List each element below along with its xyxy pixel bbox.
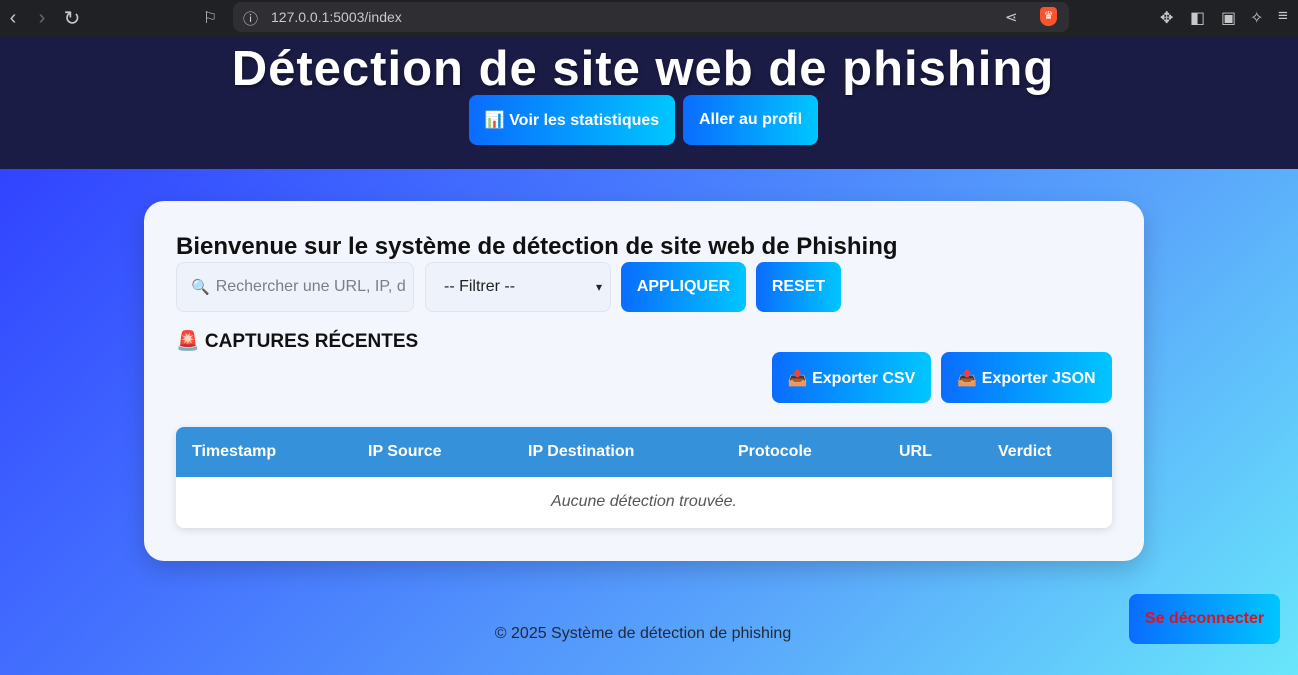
back-icon[interactable]: ‹ [0,5,26,31]
bookmark-icon[interactable]: ⚐ [197,5,223,31]
logout-button[interactable]: Se déconnecter [1129,594,1280,644]
column-header-ip-destination: IP Destination [528,443,635,460]
forward-icon[interactable]: › [29,5,55,31]
extensions-icon[interactable]: ✥ [1160,8,1173,28]
filter-select[interactable]: -- Filtrer -- ▾ [425,262,611,312]
filter-value: -- Filtrer -- [444,278,516,295]
export-json-button[interactable]: 📤 Exporter JSON [941,352,1112,403]
browser-toolbar: ‹ › ↻ ⚐ ⓘ 127.0.0.1:5003/index ⋖ ♛ ✥ ◧ ▣… [0,0,1298,37]
sidebar-icon[interactable]: ◧ [1190,8,1205,28]
empty-table-message: Aucune détection trouvée. [551,493,737,510]
leo-ai-icon[interactable]: ✧ [1250,8,1263,28]
export-csv-button[interactable]: 📤 Exporter CSV [772,352,931,403]
menu-icon[interactable]: ≡ [1278,6,1288,26]
column-header-url: URL [899,443,932,460]
search-placeholder: Rechercher une URL, IP, d [215,278,406,295]
footer-copyright: © 2025 Système de détection de phishing [494,625,792,642]
column-header-ip-source: IP Source [368,443,442,460]
chevron-down-icon: ▾ [595,280,602,294]
stats-button[interactable]: 📊 Voir les statistiques [469,95,675,145]
column-header-protocole: Protocole [738,443,812,460]
page-title: Détection de site web de phishing [231,42,1055,96]
search-icon: 🔍 [191,279,210,296]
address-bar[interactable]: ⓘ 127.0.0.1:5003/index ⋖ [233,2,1069,32]
url-text[interactable]: 127.0.0.1:5003/index [271,9,402,25]
profile-button[interactable]: Aller au profil [683,95,818,145]
site-header: Détection de site web de phishing 📊 Voir… [0,37,1298,169]
apply-button[interactable]: APPLIQUER [621,262,746,312]
brave-shield-icon[interactable]: ♛ [1040,7,1057,26]
column-header-verdict: Verdict [998,443,1052,460]
search-input[interactable]: 🔍 Rechercher une URL, IP, d [176,262,414,312]
welcome-heading: Bienvenue sur le système de détection de… [176,233,898,260]
reload-icon[interactable]: ↻ [59,5,85,31]
main-card: Bienvenue sur le système de détection de… [144,201,1144,561]
column-header-timestamp: Timestamp [192,443,277,460]
wallet-icon[interactable]: ▣ [1221,8,1236,28]
site-info-icon[interactable]: ⓘ [243,8,258,29]
share-icon[interactable]: ⋖ [1005,8,1018,26]
captures-table: Timestamp IP Source IP Destination Proto… [176,427,1112,528]
recent-captures-title: 🚨 CAPTURES RÉCENTES [176,331,419,352]
table-header: Timestamp IP Source IP Destination Proto… [176,427,1112,477]
reset-button[interactable]: RESET [756,262,841,312]
